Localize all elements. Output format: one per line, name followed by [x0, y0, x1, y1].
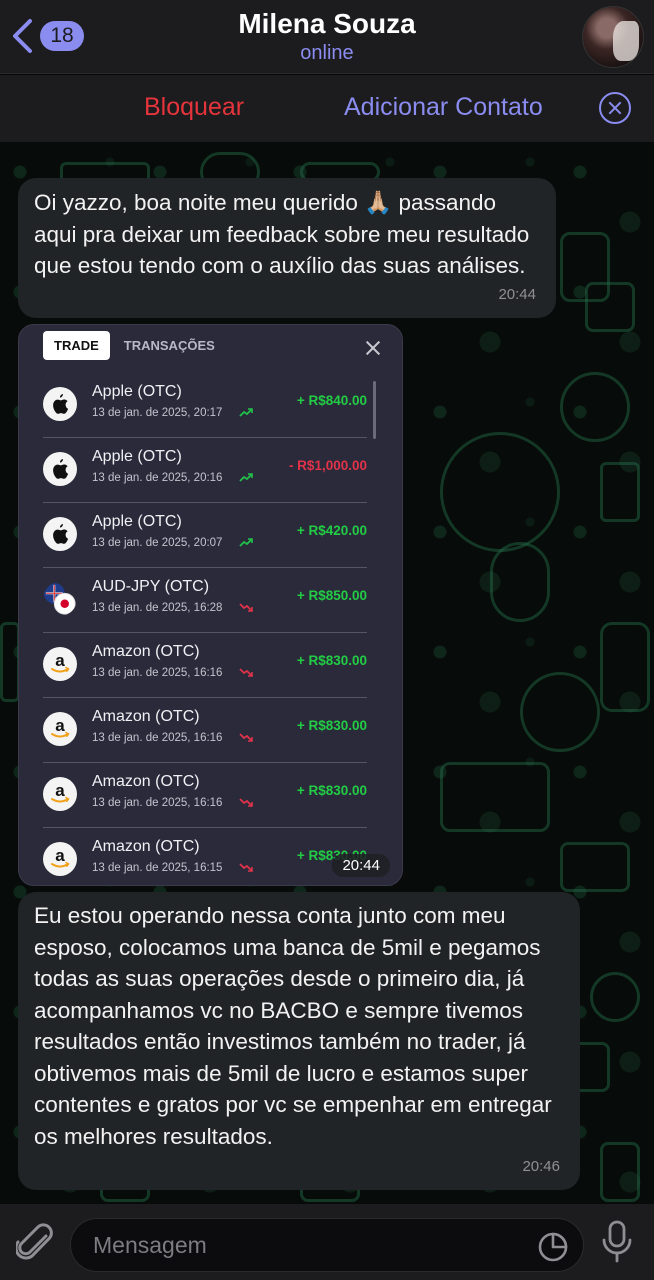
trade-amount: + R$840.00	[296, 393, 367, 408]
amazon-icon: a	[43, 842, 77, 876]
chat-header: 18 Milena Souza online	[0, 0, 654, 74]
message-bubble[interactable]: Eu estou operando nessa conta junto com …	[18, 892, 580, 1190]
trade-amount: + R$850.00	[296, 588, 367, 603]
amazon-icon: a	[43, 712, 77, 746]
close-icon[interactable]	[599, 92, 631, 124]
trade-row: AUD-JPY (OTC) 13 de jan. de 2025, 16:28 + …	[43, 568, 367, 633]
trade-amount: + R$830.00	[296, 783, 367, 798]
trend-up-icon	[239, 473, 253, 485]
paperclip-icon[interactable]	[14, 1222, 56, 1269]
tab-transactions: TRANSAÇÕES	[123, 338, 215, 353]
svg-text:a: a	[55, 781, 65, 800]
microphone-icon[interactable]	[600, 1220, 634, 1269]
trade-amount: - R$1,000.00	[288, 458, 367, 473]
trade-row: Apple (OTC) 13 de jan. de 2025, 20:16 - R$…	[43, 438, 367, 503]
trade-row: Apple (OTC) 13 de jan. de 2025, 20:07 + R$…	[43, 503, 367, 568]
message-input-bar	[0, 1204, 654, 1280]
apple-icon	[43, 517, 77, 551]
aud-jpy-flag-icon	[43, 582, 77, 616]
trade-tabs: TRADE TRANSAÇÕES	[43, 331, 215, 360]
close-icon	[364, 339, 382, 357]
asset-name: Amazon (OTC)	[92, 838, 200, 855]
trend-down-icon	[239, 733, 253, 745]
trade-date: 13 de jan. de 2025, 20:16	[92, 472, 223, 484]
asset-name: Apple (OTC)	[92, 448, 182, 465]
asset-name: Apple (OTC)	[92, 383, 182, 400]
message-time: 20:44	[498, 285, 536, 303]
trade-date: 13 de jan. de 2025, 20:07	[92, 537, 223, 549]
scrollbar	[373, 381, 376, 439]
trade-amount: + R$830.00	[296, 653, 367, 668]
amazon-icon: a	[43, 777, 77, 811]
trade-date: 13 de jan. de 2025, 16:15	[92, 862, 223, 874]
asset-name: Amazon (OTC)	[92, 773, 200, 790]
trade-row: a Amazon (OTC) 13 de jan. de 2025, 16:16 + …	[43, 763, 367, 828]
add-contact-button[interactable]: Adicionar Contato	[344, 93, 543, 122]
tab-trade: TRADE	[43, 331, 110, 360]
trend-down-icon	[239, 863, 253, 875]
trade-date: 13 de jan. de 2025, 20:17	[92, 407, 223, 419]
trade-date: 13 de jan. de 2025, 16:28	[92, 602, 223, 614]
svg-text:a: a	[55, 846, 65, 865]
message-time: 20:46	[522, 1157, 560, 1175]
amazon-icon: a	[43, 647, 77, 681]
trend-down-icon	[239, 798, 253, 810]
trend-up-icon	[239, 408, 253, 420]
trade-row: Apple (OTC) 13 de jan. de 2025, 20:17 + R$…	[43, 373, 367, 438]
message-input[interactable]	[70, 1218, 584, 1272]
contact-status: online	[300, 42, 354, 64]
asset-name: AUD-JPY (OTC)	[92, 578, 210, 595]
asset-name: Apple (OTC)	[92, 513, 182, 530]
trend-up-icon	[239, 538, 253, 550]
trade-date: 13 de jan. de 2025, 16:16	[92, 667, 223, 679]
svg-text:a: a	[55, 716, 65, 735]
contact-name[interactable]: Milena Souza	[0, 8, 654, 40]
message-text: Oi yazzo, boa noite meu querido 🙏🏼 passa…	[34, 190, 536, 278]
trend-down-icon	[239, 668, 253, 680]
asset-name: Amazon (OTC)	[92, 643, 200, 660]
image-message[interactable]: TRADE TRANSAÇÕES Apple (OTC) 13 de jan. d…	[18, 324, 403, 886]
asset-name: Amazon (OTC)	[92, 708, 200, 725]
trade-date: 13 de jan. de 2025, 16:16	[92, 732, 223, 744]
message-text: Eu estou operando nessa conta junto com …	[34, 903, 559, 1149]
trade-row: a Amazon (OTC) 13 de jan. de 2025, 16:16 + …	[43, 698, 367, 763]
message-bubble[interactable]: Oi yazzo, boa noite meu querido 🙏🏼 passa…	[18, 178, 556, 318]
unknown-contact-action-bar: Bloquear Adicionar Contato	[0, 75, 654, 142]
trade-row: a Amazon (OTC) 13 de jan. de 2025, 16:16 + …	[43, 633, 367, 698]
message-field[interactable]	[93, 1219, 513, 1271]
message-time: 20:44	[332, 854, 390, 877]
trade-row: a Amazon (OTC) 13 de jan. de 2025, 16:15 + …	[43, 828, 367, 885]
trade-amount: + R$830.00	[296, 718, 367, 733]
apple-icon	[43, 387, 77, 421]
trade-amount: + R$420.00	[296, 523, 367, 538]
block-button[interactable]: Bloquear	[144, 93, 244, 122]
avatar[interactable]	[582, 6, 644, 68]
svg-text:a: a	[55, 651, 65, 670]
trade-date: 13 de jan. de 2025, 16:16	[92, 797, 223, 809]
apple-icon	[43, 452, 77, 486]
sticker-icon[interactable]	[537, 1231, 569, 1268]
trend-down-icon	[239, 603, 253, 615]
